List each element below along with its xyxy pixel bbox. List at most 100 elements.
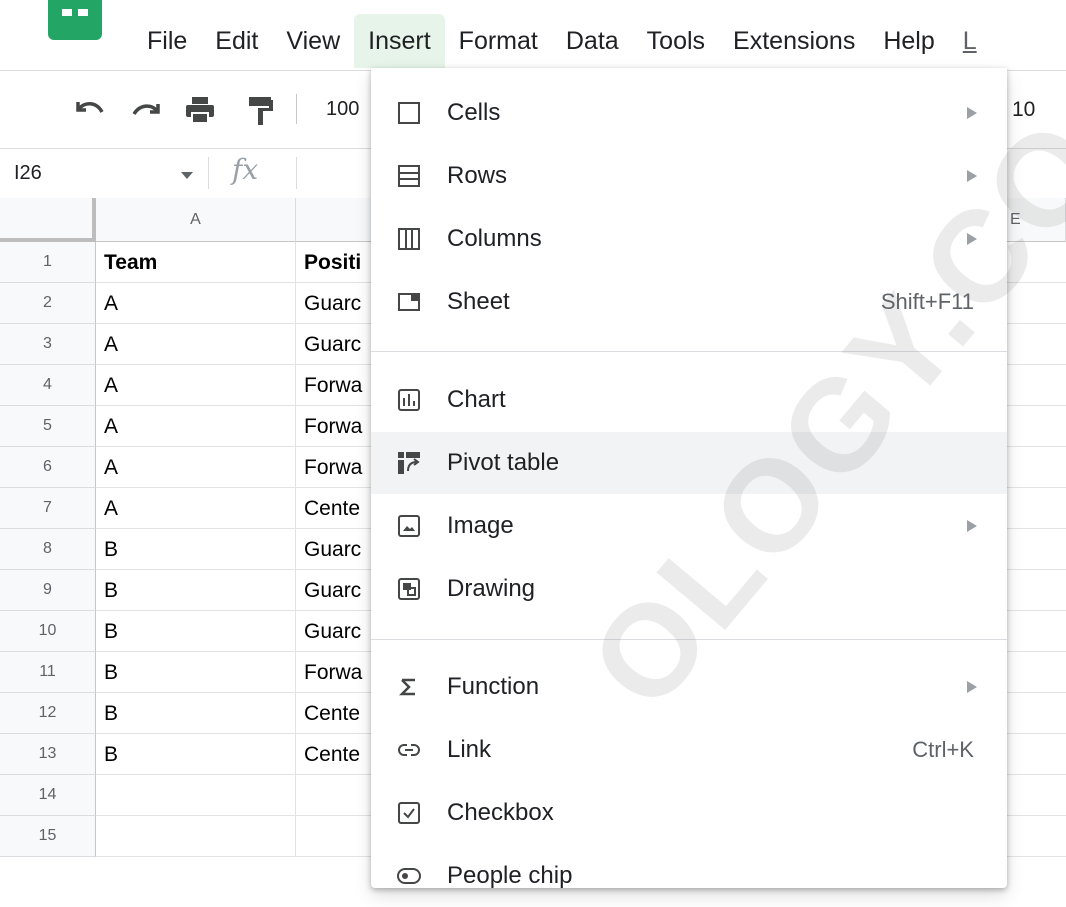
menu-insert[interactable]: Insert <box>354 14 445 68</box>
menu-bar: File Edit View Insert Format Data Tools … <box>133 14 991 68</box>
menu-item-sheet[interactable]: Sheet Shift+F11 <box>371 271 1007 333</box>
cell[interactable]: Cente <box>296 734 376 775</box>
row-number[interactable]: 8 <box>0 529 96 570</box>
menu-item-label: Pivot table <box>447 449 560 476</box>
row-number[interactable]: 6 <box>0 447 96 488</box>
menu-item-chart[interactable]: Chart <box>371 369 1007 431</box>
menu-divider <box>371 639 1007 640</box>
row-number[interactable]: 12 <box>0 693 96 734</box>
zoom-select[interactable]: 100 <box>326 98 359 121</box>
submenu-arrow-icon <box>967 520 977 532</box>
cell[interactable]: Forwa <box>296 365 376 406</box>
name-box[interactable]: I26 <box>14 162 42 185</box>
shortcut-label: Ctrl+K <box>912 737 974 762</box>
menu-item-image[interactable]: Image <box>371 495 1007 557</box>
cell[interactable] <box>296 775 376 816</box>
row-number[interactable]: 9 <box>0 570 96 611</box>
menu-item-label: Drawing <box>447 575 536 602</box>
paint-format-icon[interactable] <box>248 96 274 131</box>
drawing-icon <box>397 577 421 601</box>
cells-icon <box>397 101 421 125</box>
divider <box>208 157 209 189</box>
column-header-e[interactable]: E <box>1002 198 1066 242</box>
link-icon <box>397 738 421 762</box>
cell[interactable]: Cente <box>296 488 376 529</box>
menu-file[interactable]: File <box>133 14 201 68</box>
menu-item-function[interactable]: Function <box>371 656 1007 718</box>
redo-icon[interactable] <box>130 96 164 127</box>
cell[interactable] <box>96 816 296 857</box>
cell[interactable]: Guarc <box>296 529 376 570</box>
menu-item-pivot-table[interactable]: Pivot table <box>371 432 1007 494</box>
cell[interactable]: A <box>96 365 296 406</box>
cell[interactable]: Guarc <box>296 570 376 611</box>
cell[interactable]: Forwa <box>296 447 376 488</box>
cell[interactable]: B <box>96 693 296 734</box>
cell[interactable]: A <box>96 324 296 365</box>
menu-divider <box>371 351 1007 352</box>
checkbox-icon <box>397 801 421 825</box>
column-header-a[interactable]: A <box>96 198 296 242</box>
row-number[interactable]: 11 <box>0 652 96 693</box>
cell[interactable]: Team <box>96 242 296 283</box>
row-number[interactable]: 7 <box>0 488 96 529</box>
sheets-logo[interactable] <box>48 0 102 40</box>
cell[interactable]: Guarc <box>296 283 376 324</box>
columns-icon <box>397 227 421 251</box>
menu-extensions[interactable]: Extensions <box>719 14 869 68</box>
row-number[interactable]: 5 <box>0 406 96 447</box>
menu-item-rows[interactable]: Rows <box>371 145 1007 207</box>
undo-icon[interactable] <box>72 96 106 127</box>
menu-item-checkbox[interactable]: Checkbox <box>371 782 1007 844</box>
row-number[interactable]: 2 <box>0 283 96 324</box>
row-number[interactable]: 3 <box>0 324 96 365</box>
toolbar-divider <box>296 94 297 124</box>
cell[interactable] <box>96 775 296 816</box>
menu-item-label: Function <box>447 673 540 700</box>
menu-item-link[interactable]: Link Ctrl+K <box>371 719 1007 781</box>
cell[interactable]: B <box>96 570 296 611</box>
menu-view[interactable]: View <box>272 14 354 68</box>
menu-item-cells[interactable]: Cells <box>371 82 1007 144</box>
cell[interactable]: B <box>96 652 296 693</box>
cell[interactable]: A <box>96 488 296 529</box>
menu-format[interactable]: Format <box>445 14 552 68</box>
row-number[interactable]: 10 <box>0 611 96 652</box>
cell[interactable]: A <box>96 447 296 488</box>
cell[interactable]: Guarc <box>296 324 376 365</box>
rows-icon <box>397 164 421 188</box>
cell[interactable]: Cente <box>296 693 376 734</box>
cell[interactable]: Forwa <box>296 406 376 447</box>
cell[interactable]: Forwa <box>296 652 376 693</box>
cell[interactable]: Guarc <box>296 611 376 652</box>
menu-edit[interactable]: Edit <box>201 14 272 68</box>
pivot-table-icon <box>397 451 421 475</box>
menu-item-columns[interactable]: Columns <box>371 208 1007 270</box>
menu-help[interactable]: Help <box>869 14 948 68</box>
cell[interactable]: A <box>96 406 296 447</box>
cell[interactable]: B <box>96 529 296 570</box>
row-number[interactable]: 4 <box>0 365 96 406</box>
cell[interactable]: B <box>96 611 296 652</box>
logo-mark <box>78 9 88 16</box>
cell[interactable]: B <box>96 734 296 775</box>
chevron-down-icon[interactable] <box>181 172 193 179</box>
print-icon[interactable] <box>184 96 216 129</box>
menu-item-people-chip[interactable]: People chip <box>371 845 1007 907</box>
cell[interactable] <box>296 816 376 857</box>
row-number[interactable]: 1 <box>0 242 96 283</box>
menu-last-edit-link[interactable]: L <box>949 14 991 68</box>
row-number[interactable]: 14 <box>0 775 96 816</box>
menu-tools[interactable]: Tools <box>633 14 719 68</box>
row-number[interactable]: 13 <box>0 734 96 775</box>
submenu-arrow-icon <box>967 681 977 693</box>
font-size-input[interactable]: 10 <box>1012 98 1035 122</box>
cell[interactable]: Positi <box>296 242 376 283</box>
menu-data[interactable]: Data <box>552 14 633 68</box>
image-icon <box>397 514 421 538</box>
chart-icon <box>397 388 421 412</box>
row-number[interactable]: 15 <box>0 816 96 857</box>
menu-item-drawing[interactable]: Drawing <box>371 558 1007 620</box>
cell[interactable]: A <box>96 283 296 324</box>
select-all-corner[interactable] <box>0 198 96 242</box>
